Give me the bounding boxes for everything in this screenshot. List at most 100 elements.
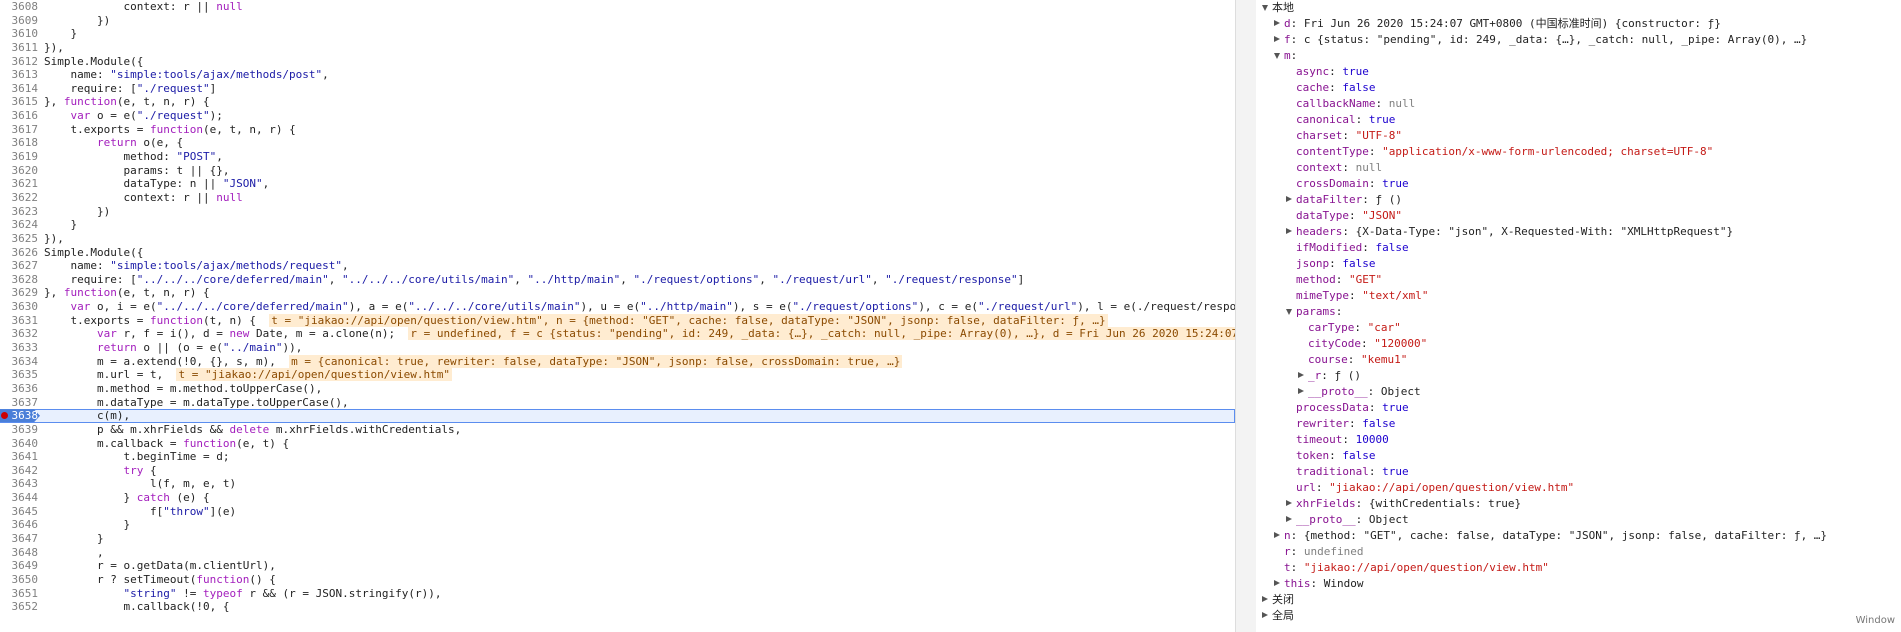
line-number[interactable]: 3639 [0,423,40,437]
scope-section[interactable]: 本地 [1256,0,1901,16]
code-line[interactable]: 3636 m.method = m.method.toUpperCase(), [0,382,1235,396]
line-number[interactable]: 3619 [0,150,40,164]
code-line[interactable]: 3638 c(m), [0,409,1235,423]
code-line[interactable]: 3648 , [0,546,1235,560]
scope-panel[interactable]: 本地 d: Fri Jun 26 2020 15:24:07 GMT+0800 (… [1256,0,1901,632]
code-line[interactable]: 3628 require: ["../../../core/deferred/m… [0,273,1235,287]
scope-property[interactable]: crossDomain: true [1256,176,1901,192]
code-line[interactable]: 3627 name: "simple:tools/ajax/methods/re… [0,259,1235,273]
scope-property[interactable]: r: undefined [1256,544,1901,560]
line-number[interactable]: 3609 [0,14,40,28]
scope-property[interactable]: processData: true [1256,400,1901,416]
scope-property[interactable]: params: [1256,304,1901,320]
code-line[interactable]: 3642 try { [0,464,1235,478]
expand-triangle-closed-icon[interactable] [1274,580,1280,586]
line-number[interactable]: 3645 [0,505,40,519]
line-number[interactable]: 3614 [0,82,40,96]
code-line[interactable]: 3643 l(f, m, e, t) [0,477,1235,491]
expand-triangle-closed-icon[interactable] [1298,372,1304,378]
code-line[interactable]: 3631 t.exports = function(t, n) { t = "j… [0,313,1235,328]
scope-property[interactable]: _r: ƒ () [1256,368,1901,384]
line-number[interactable]: 3652 [0,600,40,614]
line-number[interactable]: 3623 [0,205,40,219]
code-line[interactable]: 3639 p && m.xhrFields && delete m.xhrFie… [0,423,1235,437]
line-number[interactable]: 3642 [0,464,40,478]
expand-triangle-closed-icon[interactable] [1262,612,1268,618]
scope-property[interactable]: carType: "car" [1256,320,1901,336]
line-number[interactable]: 3626 [0,246,40,260]
scope-property[interactable]: m: [1256,48,1901,64]
code-line[interactable]: 3646 } [0,518,1235,532]
expand-triangle-closed-icon[interactable] [1286,500,1292,506]
line-number[interactable]: 3629 [0,286,40,300]
line-number[interactable]: 3622 [0,191,40,205]
expand-triangle-closed-icon[interactable] [1286,228,1292,234]
expand-triangle-closed-icon[interactable] [1274,20,1280,26]
code-line[interactable]: 3647 } [0,532,1235,546]
line-number[interactable]: 3625 [0,232,40,246]
line-number[interactable]: 3643 [0,477,40,491]
expand-triangle-open-icon[interactable] [1274,53,1280,59]
line-number[interactable]: 3649 [0,559,40,573]
code-line[interactable]: 3644 } catch (e) { [0,491,1235,505]
line-number[interactable]: 3630 [0,300,40,314]
scope-property[interactable]: f: c {status: "pending", id: 249, _data:… [1256,32,1901,48]
code-line[interactable]: 3610 } [0,27,1235,41]
line-number[interactable]: 3641 [0,450,40,464]
line-number[interactable]: 3635 [0,368,40,382]
line-number[interactable]: 3638 [0,409,40,423]
line-number[interactable]: 3617 [0,123,40,137]
line-number[interactable]: 3644 [0,491,40,505]
scope-property[interactable]: charset: "UTF-8" [1256,128,1901,144]
code-line[interactable]: 3623 }) [0,205,1235,219]
expand-triangle-closed-icon[interactable] [1274,36,1280,42]
scope-property[interactable]: callbackName: null [1256,96,1901,112]
code-line[interactable]: 3624 } [0,218,1235,232]
source-editor[interactable]: 3608 context: r || null 3609 }) 3610 } 3611… [0,0,1235,632]
line-number[interactable]: 3646 [0,518,40,532]
scope-property[interactable]: context: null [1256,160,1901,176]
expand-triangle-open-icon[interactable] [1262,5,1268,11]
expand-triangle-closed-icon[interactable] [1274,532,1280,538]
code-line[interactable]: 3635 m.url = t, t = "jiakao://api/open/q… [0,368,1235,382]
line-number[interactable]: 3632 [0,327,40,341]
code-line[interactable]: 3619 method: "POST", [0,150,1235,164]
line-number[interactable]: 3651 [0,587,40,601]
code-line[interactable]: 3650 r ? setTimeout(function() { [0,573,1235,587]
expand-triangle-open-icon[interactable] [1286,309,1292,315]
code-line[interactable]: 3625}), [0,232,1235,246]
expand-triangle-closed-icon[interactable] [1262,596,1268,602]
line-number[interactable]: 3615 [0,95,40,109]
pane-divider[interactable] [1235,0,1257,632]
scope-property[interactable]: xhrFields: {withCredentials: true} [1256,496,1901,512]
code-line[interactable]: 3620 params: t || {}, [0,164,1235,178]
code-line[interactable]: 3651 "string" != typeof r && (r = JSON.s… [0,587,1235,601]
line-number[interactable]: 3633 [0,341,40,355]
code-line[interactable]: 3621 dataType: n || "JSON", [0,177,1235,191]
code-line[interactable]: 3608 context: r || null [0,0,1235,14]
scope-property[interactable]: t: "jiakao://api/open/question/view.htm" [1256,560,1901,576]
code-line[interactable]: 3645 f["throw"](e) [0,505,1235,519]
code-line[interactable]: 3637 m.dataType = m.dataType.toUpperCase… [0,396,1235,410]
code-line[interactable]: 3616 var o = e("./request"); [0,109,1235,123]
code-line[interactable]: 3615}, function(e, t, n, r) { [0,95,1235,109]
scope-property[interactable]: mimeType: "text/xml" [1256,288,1901,304]
scope-property[interactable]: canonical: true [1256,112,1901,128]
scope-property[interactable]: ifModified: false [1256,240,1901,256]
scope-property[interactable]: url: "jiakao://api/open/question/view.ht… [1256,480,1901,496]
expand-triangle-closed-icon[interactable] [1298,388,1304,394]
scope-section[interactable]: 关闭 [1256,592,1901,608]
scope-property[interactable]: rewriter: false [1256,416,1901,432]
code-line[interactable]: 3618 return o(e, { [0,136,1235,150]
code-line[interactable]: 3640 m.callback = function(e, t) { [0,437,1235,451]
code-line[interactable]: 3629}, function(e, t, n, r) { [0,286,1235,300]
code-line[interactable]: 3611}), [0,41,1235,55]
scope-property[interactable]: contentType: "application/x-www-form-url… [1256,144,1901,160]
line-number[interactable]: 3631 [0,314,40,328]
code-line[interactable]: 3652 m.callback(!0, { [0,600,1235,614]
code-line[interactable]: 3626 Simple.Module({ [0,246,1235,260]
line-number[interactable]: 3627 [0,259,40,273]
scope-property[interactable]: dataType: "JSON" [1256,208,1901,224]
scope-section[interactable]: 全局 [1256,608,1901,624]
expand-triangle-closed-icon[interactable] [1286,196,1292,202]
